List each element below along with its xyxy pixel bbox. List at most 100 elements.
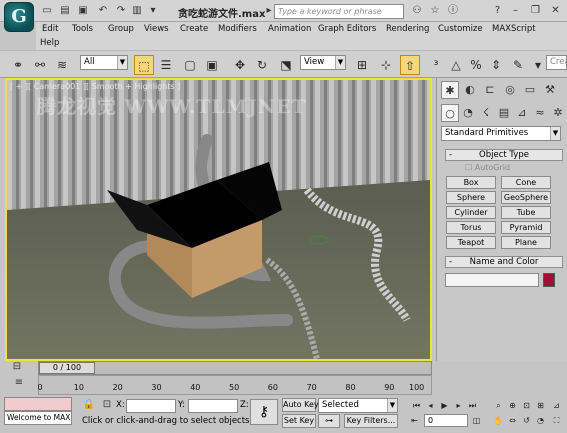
keyboard-shortcut-toggle-icon[interactable]: ⇧ xyxy=(400,55,420,75)
help-icon[interactable]: ? xyxy=(490,3,505,18)
object-color-swatch[interactable] xyxy=(543,273,555,287)
default-in-out-icon[interactable]: ⊶ xyxy=(318,414,340,428)
maxscript-output[interactable]: Welcome to MAX! xyxy=(4,411,72,425)
select-object-icon[interactable]: ⬚ xyxy=(134,55,154,75)
zoom-icon[interactable]: ⌕ xyxy=(492,399,505,412)
category-dropdown[interactable]: Standard Primitives ▼ xyxy=(441,126,561,141)
orbit-icon[interactable]: ↺ xyxy=(520,414,533,427)
pyramid-button[interactable]: Pyramid xyxy=(501,221,551,234)
snaps-toggle-icon[interactable]: ³ xyxy=(426,55,446,75)
select-by-name-icon[interactable]: ☰ xyxy=(156,55,176,75)
previous-frame-icon[interactable]: ◂ xyxy=(424,399,437,412)
select-scale-icon[interactable]: ⬔ xyxy=(276,55,296,75)
maximize-viewport-icon[interactable]: ⛶ xyxy=(550,414,563,427)
display-tab-icon[interactable]: ▭ xyxy=(521,81,539,99)
reference-coord-dropdown[interactable]: View ▼ xyxy=(300,55,346,70)
helpers-icon[interactable]: ⊿ xyxy=(513,104,531,122)
auto-key-button[interactable]: Auto Key xyxy=(282,398,319,412)
motion-tab-icon[interactable]: ◎ xyxy=(501,81,519,99)
geosphere-button[interactable]: GeoSphere xyxy=(501,191,551,204)
tube-button[interactable]: Tube xyxy=(501,206,551,219)
search-input[interactable]: Type a keyword or phrase xyxy=(274,4,404,19)
roll-camera-icon[interactable]: ◔ xyxy=(534,414,547,427)
open-icon[interactable]: ▤ xyxy=(58,4,72,18)
zoom-extents-icon[interactable]: ⊡ xyxy=(520,399,533,412)
save-icon[interactable]: ▣ xyxy=(76,4,90,18)
lock-selection-icon[interactable]: 🔒 xyxy=(82,398,96,412)
autogrid-checkbox[interactable]: ☐ AutoGrid xyxy=(465,163,510,172)
x-coordinate-field[interactable] xyxy=(126,399,176,413)
maxscript-listener-input[interactable] xyxy=(4,397,72,411)
truck-camera-icon[interactable]: ⇔ xyxy=(506,414,519,427)
torus-button[interactable]: Torus xyxy=(446,221,496,234)
cameras-icon[interactable]: ▤ xyxy=(495,104,513,122)
menu-edit[interactable]: Edit xyxy=(42,24,58,34)
menu-modifiers[interactable]: Modifiers xyxy=(218,24,257,34)
key-icon[interactable]: ⚷ xyxy=(250,399,278,425)
project-folder-icon[interactable]: ▥ xyxy=(130,4,144,18)
time-slider[interactable]: 0 / 100 xyxy=(38,361,432,375)
menu-views[interactable]: Views xyxy=(144,24,169,34)
undo-icon[interactable]: ↶ xyxy=(96,4,110,18)
restore-icon[interactable]: ❐ xyxy=(528,3,543,18)
camera-viewport[interactable]: [ + ][ Camera001 ][ Smooth + Highlights … xyxy=(5,78,432,361)
field-of-view-icon[interactable]: ⊿ xyxy=(550,399,563,412)
teapot-button[interactable]: Teapot xyxy=(446,236,496,249)
geometry-icon[interactable]: ○ xyxy=(441,104,459,122)
y-coordinate-field[interactable] xyxy=(188,399,238,413)
plane-button[interactable]: Plane xyxy=(501,236,551,249)
window-crossing-icon[interactable]: ▣ xyxy=(202,55,222,75)
named-selection-dropdown-icon[interactable]: ▾ xyxy=(528,55,548,75)
redo-icon[interactable]: ↷ xyxy=(114,4,128,18)
rectangular-region-icon[interactable]: ▢ xyxy=(180,55,200,75)
sphere-button[interactable]: Sphere xyxy=(446,191,496,204)
create-tab-icon[interactable]: ✱ xyxy=(441,81,459,99)
selection-filter-dropdown[interactable]: All ▼ xyxy=(80,55,128,70)
go-to-start-icon[interactable]: ⏮ xyxy=(410,399,423,412)
key-mode-dropdown[interactable]: Selected ▼ xyxy=(318,398,398,413)
binoculars-icon[interactable]: ⚇ xyxy=(410,4,424,18)
app-logo[interactable]: G xyxy=(4,2,34,32)
current-frame-field[interactable]: 0 xyxy=(424,414,468,427)
link-icon[interactable]: ⚭ xyxy=(8,55,28,75)
set-key-button[interactable]: Set Key xyxy=(282,414,316,428)
menu-rendering[interactable]: Rendering xyxy=(386,24,429,34)
mini-curve-editor-icon[interactable]: ⊟ xyxy=(10,360,24,374)
time-slider-thumb[interactable]: 0 / 100 xyxy=(39,362,95,374)
dropdown-icon[interactable]: ▾ xyxy=(146,4,160,18)
zoom-extents-all-icon[interactable]: ⊞ xyxy=(534,399,547,412)
viewport-label[interactable]: [ + ][ Camera001 ][ Smooth + Highlights … xyxy=(10,82,180,91)
info-icon[interactable]: ⓘ xyxy=(446,4,460,18)
menu-help[interactable]: Help xyxy=(40,38,59,48)
menu-customize[interactable]: Customize xyxy=(438,24,483,34)
select-move-icon[interactable]: ✥ xyxy=(230,55,250,75)
named-selection-field[interactable]: Crea xyxy=(546,55,567,70)
menu-tools[interactable]: Tools xyxy=(72,24,93,34)
cone-button[interactable]: Cone xyxy=(501,176,551,189)
absolute-mode-icon[interactable]: ⊡ xyxy=(100,398,114,412)
select-manipulate-icon[interactable]: ⊹ xyxy=(376,55,396,75)
star-icon[interactable]: ☆ xyxy=(428,4,442,18)
box-button[interactable]: Box xyxy=(446,176,496,189)
minimize-icon[interactable]: – xyxy=(508,3,523,18)
edit-named-selection-icon[interactable]: ✎ xyxy=(508,55,528,75)
time-config-icon[interactable]: ◫ xyxy=(470,414,483,427)
modify-tab-icon[interactable]: ◐ xyxy=(461,81,479,99)
zoom-all-icon[interactable]: ⊕ xyxy=(506,399,519,412)
utilities-tab-icon[interactable]: ⚒ xyxy=(541,81,559,99)
select-rotate-icon[interactable]: ↻ xyxy=(252,55,272,75)
bind-space-warp-icon[interactable]: ≋ xyxy=(52,55,72,75)
close-icon[interactable]: ✕ xyxy=(548,3,563,18)
pan-icon[interactable]: ✋ xyxy=(492,414,505,427)
object-type-rollout[interactable]: - Object Type xyxy=(445,149,563,161)
cylinder-button[interactable]: Cylinder xyxy=(446,206,496,219)
angle-snap-icon[interactable]: △ xyxy=(446,55,466,75)
object-name-field[interactable] xyxy=(445,273,539,287)
spinner-snap-icon[interactable]: ⇕ xyxy=(486,55,506,75)
key-filters-button[interactable]: Key Filters... xyxy=(344,414,398,428)
key-mode-toggle-icon[interactable]: ⇤ xyxy=(408,414,421,427)
systems-icon[interactable]: ✲ xyxy=(549,104,567,122)
menu-maxscript[interactable]: MAXScript xyxy=(492,24,536,34)
new-icon[interactable]: ▭ xyxy=(40,4,54,18)
go-to-end-icon[interactable]: ⏭ xyxy=(466,399,479,412)
